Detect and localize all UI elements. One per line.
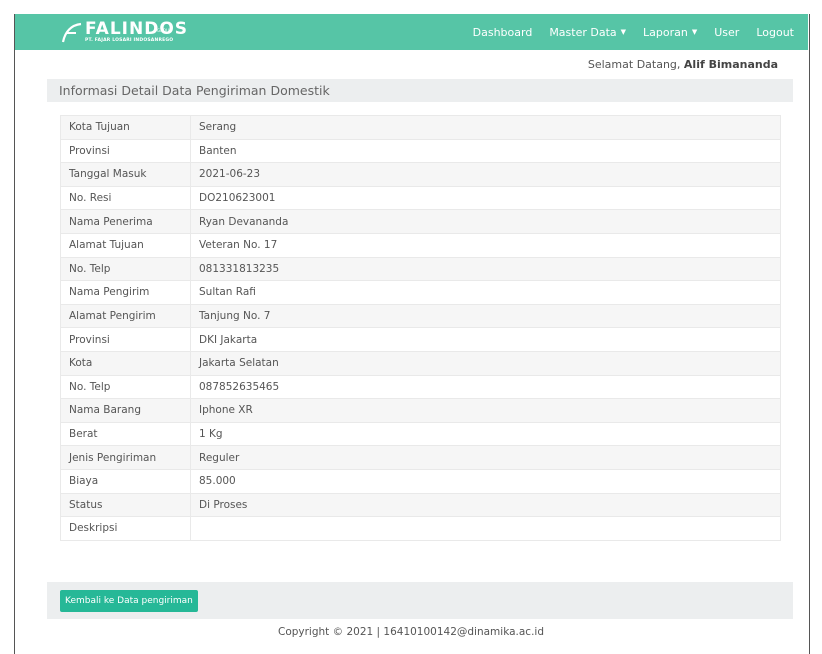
detail-label: Kota	[60, 350, 191, 376]
detail-value: Tanjung No. 7	[190, 303, 781, 329]
detail-label: Deskripsi	[60, 516, 191, 541]
nav-logout-label: Logout	[756, 25, 794, 39]
detail-label: Nama Barang	[60, 398, 191, 423]
leaf-curve-icon	[61, 22, 82, 43]
detail-label: Berat	[60, 421, 191, 447]
table-row: Nama Penerima Ryan Devananda	[60, 209, 781, 234]
nav-user[interactable]: User	[714, 26, 739, 39]
brand-text: FALINDOS PT. FAJAR LOSARI INDOSANREGO	[85, 18, 189, 44]
brand-name: FALINDOS	[85, 18, 189, 39]
detail-value	[190, 516, 781, 541]
welcome-username: Alif Bimananda	[683, 58, 778, 71]
detail-value: Jakarta Selatan	[190, 350, 781, 376]
welcome-prefix: Selamat Datang,	[587, 58, 684, 71]
detail-panel: Informasi Detail Data Pengiriman Domesti…	[47, 79, 793, 619]
detail-value: 2021-06-23	[190, 162, 781, 187]
back-to-shipments-button[interactable]: Kembali ke Data pengiriman	[60, 590, 198, 612]
detail-value: 087852635465	[190, 374, 781, 400]
detail-label: Status	[60, 492, 191, 518]
top-navbar: FALINDOS PT. FAJAR LOSARI INDOSANREGO GR…	[15, 14, 808, 50]
nav-user-label: User	[714, 25, 740, 39]
detail-label: Alamat Tujuan	[60, 232, 191, 258]
brand-group-label: GROUP	[157, 28, 172, 33]
panel-title: Informasi Detail Data Pengiriman Domesti…	[47, 79, 793, 102]
detail-label: Alamat Pengirim	[60, 303, 191, 329]
detail-label: Jenis Pengiriman	[60, 445, 191, 470]
table-row: Kota Tujuan Serang	[60, 115, 781, 140]
detail-table: Kota Tujuan Serang Provinsi Banten Tanggal M…	[60, 115, 781, 541]
detail-label: Nama Penerima	[60, 209, 191, 234]
detail-value: DO210623001	[190, 185, 781, 211]
detail-label: No. Resi	[60, 185, 191, 211]
table-row: Alamat Tujuan Veteran No. 17	[60, 232, 781, 258]
nav-laporan-label: Laporan	[643, 25, 688, 39]
welcome-message: Selamat Datang, Alif Bimananda	[588, 58, 778, 71]
table-row: Berat 1 Kg	[60, 421, 781, 447]
detail-value: Di Proses	[190, 492, 781, 518]
detail-value: DKI Jakarta	[190, 327, 781, 352]
nav-menu: Dashboard Master Data ▼ Laporan ▼ User L…	[456, 14, 794, 50]
detail-label: Provinsi	[60, 327, 191, 352]
table-row: No. Telp 081331813235	[60, 256, 781, 282]
detail-label: No. Telp	[60, 256, 191, 282]
detail-value: Banten	[190, 138, 781, 164]
detail-label: Tanggal Masuk	[60, 162, 191, 187]
table-row: No. Telp 087852635465	[60, 374, 781, 400]
detail-label: Nama Pengirim	[60, 280, 191, 305]
nav-master-data-dropdown[interactable]: Master Data ▼	[549, 26, 626, 39]
table-row: Jenis Pengiriman Reguler	[60, 445, 781, 470]
table-row: Nama Pengirim Sultan Rafi	[60, 280, 781, 305]
detail-value: Ryan Devananda	[190, 209, 781, 234]
nav-dashboard-label: Dashboard	[472, 25, 533, 39]
table-row: Provinsi Banten	[60, 138, 781, 164]
detail-value: Serang	[190, 115, 781, 140]
detail-value: Reguler	[190, 445, 781, 470]
table-row: Provinsi DKI Jakarta	[60, 327, 781, 352]
table-row: Kota Jakarta Selatan	[60, 350, 781, 376]
table-row: Status Di Proses	[60, 492, 781, 518]
copyright-text: Copyright © 2021 | 16410100142@dinamika.…	[277, 626, 544, 638]
table-row: No. Resi DO210623001	[60, 185, 781, 211]
detail-value: 85.000	[190, 468, 781, 494]
detail-value: Iphone XR	[190, 398, 781, 423]
panel-footer: Kembali ke Data pengiriman	[47, 582, 793, 619]
detail-label: Kota Tujuan	[60, 115, 191, 140]
nav-laporan-dropdown[interactable]: Laporan ▼	[643, 26, 697, 39]
detail-table-body: Kota Tujuan Serang Provinsi Banten Tanggal M…	[60, 115, 781, 541]
caret-down-icon: ▼	[691, 28, 698, 36]
table-row: Alamat Pengirim Tanjung No. 7	[60, 303, 781, 329]
detail-value: 081331813235	[190, 256, 781, 282]
detail-label: Provinsi	[60, 138, 191, 164]
brand-logo[interactable]: FALINDOS PT. FAJAR LOSARI INDOSANREGO	[59, 18, 199, 46]
nav-dashboard[interactable]: Dashboard	[473, 26, 533, 39]
table-row: Nama Barang Iphone XR	[60, 398, 781, 423]
brand-subtitle: PT. FAJAR LOSARI INDOSANREGO	[85, 37, 174, 43]
nav-master-data-label: Master Data	[549, 25, 617, 39]
detail-value: 1 Kg	[190, 421, 781, 447]
table-row: Tanggal Masuk 2021-06-23	[60, 162, 781, 187]
caret-down-icon: ▼	[620, 28, 627, 36]
nav-logout[interactable]: Logout	[756, 26, 794, 39]
detail-value: Sultan Rafi	[190, 280, 781, 305]
detail-label: No. Telp	[60, 374, 191, 400]
detail-label: Biaya	[60, 468, 191, 494]
detail-value: Veteran No. 17	[190, 232, 781, 258]
table-row: Deskripsi	[60, 516, 781, 541]
table-row: Biaya 85.000	[60, 468, 781, 494]
